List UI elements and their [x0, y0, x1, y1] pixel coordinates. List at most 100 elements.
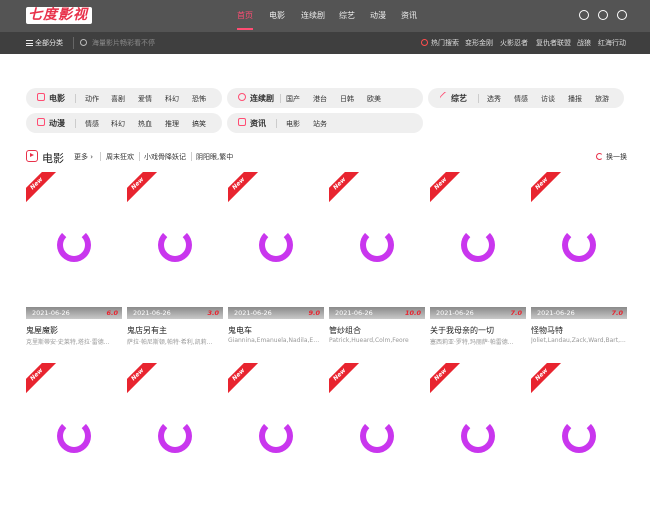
refresh-button[interactable]: 换一换 [596, 152, 627, 162]
category-link[interactable]: 播报 [568, 94, 582, 104]
movie-title[interactable]: 管纱组合 [329, 325, 425, 336]
message-icon[interactable] [598, 10, 608, 20]
section-tag-link[interactable]: 周末狂欢 [106, 152, 134, 162]
movie-card[interactable]: New 2021-06-26 6.0 鬼屋魔影 克里斯蒂安·史莱特,塔拉·雷德... [26, 172, 122, 346]
movie-card[interactable]: New [26, 363, 122, 513]
category-link[interactable]: 科幻 [165, 94, 179, 104]
new-badge: New [531, 172, 564, 206]
movie-cast: 塞西莉亚·罗特,玛丽萨·帕雷德... [430, 339, 514, 346]
movie-card[interactable]: New [228, 363, 324, 513]
category-link[interactable]: 恐怖 [192, 94, 206, 104]
divider [73, 37, 74, 49]
category-link[interactable]: 搞笑 [192, 119, 206, 129]
category-link[interactable]: 访谈 [541, 94, 555, 104]
hot-search-item[interactable]: 战狼 [577, 38, 591, 48]
loading-spinner-icon [57, 228, 91, 262]
loading-spinner-icon [259, 419, 293, 453]
more-link[interactable]: 更多 › [74, 152, 93, 162]
category-link[interactable]: 选秀 [487, 94, 501, 104]
movie-poster[interactable]: New 2021-06-26 3.0 [127, 172, 223, 319]
loading-spinner-icon [360, 419, 394, 453]
category-link[interactable]: 情感 [514, 94, 528, 104]
search-input[interactable] [92, 37, 312, 49]
category-link[interactable]: 动作 [85, 94, 99, 104]
user-icon[interactable] [617, 10, 627, 20]
section-tag-link[interactable]: 阴阳眼,繁中 [196, 152, 233, 162]
new-badge: New [228, 363, 261, 397]
more-label: 更多 [74, 153, 88, 161]
movie-meta: 2021-06-26 10.0 [329, 307, 425, 319]
movie-card[interactable]: New 2021-06-26 7.0 关于我母亲的一切塞西莉亚·罗特,玛丽萨·帕雷德.… [430, 172, 526, 346]
movie-poster[interactable]: New 2021-06-26 10.0 [329, 172, 425, 319]
category-link[interactable]: 热血 [138, 119, 152, 129]
movie-title[interactable]: 关于我母亲的一切 [430, 325, 526, 336]
movie-poster[interactable]: New [127, 363, 223, 510]
hot-search-item[interactable]: 火影忍者 [500, 38, 528, 48]
divider [139, 152, 140, 161]
category-link[interactable]: 电影 [286, 119, 300, 129]
nav-home[interactable]: 首页 [237, 10, 253, 21]
movie-card[interactable]: New [329, 363, 425, 513]
nav-movies[interactable]: 电影 [269, 10, 285, 21]
divider [280, 94, 281, 103]
category-title[interactable]: 连续剧 [250, 93, 274, 104]
movie-card[interactable]: New 2021-06-26 7.0 怪物马特 Joliet,Landau,Zack,W… [531, 172, 627, 344]
new-badge: New [127, 363, 160, 397]
category-link[interactable]: 国产 [286, 94, 300, 104]
new-badge: New [531, 363, 564, 397]
category-title[interactable]: 资讯 [250, 118, 266, 129]
hot-search-item[interactable]: 红海行动 [598, 38, 626, 48]
history-icon[interactable] [579, 10, 589, 20]
section-tag-link[interactable]: 小戏骨降妖记 [144, 152, 186, 162]
nav-news[interactable]: 资讯 [401, 10, 417, 21]
movie-poster[interactable]: New [228, 363, 324, 510]
nav-anime[interactable]: 动漫 [370, 10, 386, 21]
hot-search-item[interactable]: 复仇者联盟 [536, 38, 571, 48]
movie-score: 6.0 [106, 309, 118, 317]
movie-poster[interactable]: New 2021-06-26 6.0 [26, 172, 122, 319]
movie-score: 9.0 [308, 309, 320, 317]
category-link[interactable]: 欧美 [367, 94, 381, 104]
movie-poster[interactable]: New [26, 363, 122, 510]
movie-title[interactable]: 怪物马特 [531, 325, 627, 336]
movie-date: 2021-06-26 [335, 309, 373, 317]
all-categories-button[interactable]: 全部分类 [26, 38, 63, 48]
nav-variety[interactable]: 综艺 [339, 10, 355, 21]
top-navbar: 七度影视 首页 电影 连续剧 综艺 动漫 资讯 [0, 0, 650, 32]
movie-cast: Patrick,Hueard,Colm,Feore [329, 337, 409, 344]
nav-series[interactable]: 连续剧 [301, 10, 325, 21]
movie-poster[interactable]: New [531, 363, 627, 510]
movie-card[interactable]: New 2021-06-26 3.0 鬼店另有主 萨拉·帕尼斯顿,帕特·希利,凯莉... [127, 172, 223, 346]
movie-poster[interactable]: New [329, 363, 425, 510]
hot-search-item[interactable]: 变形金刚 [465, 38, 493, 48]
movie-card[interactable]: New [531, 363, 627, 513]
movie-card[interactable]: New [430, 363, 526, 513]
movie-card[interactable]: New [127, 363, 223, 513]
movie-title[interactable]: 鬼店另有主 [127, 325, 223, 336]
category-link[interactable]: 推理 [165, 119, 179, 129]
movie-poster[interactable]: New 2021-06-26 9.0 [228, 172, 324, 319]
category-link[interactable]: 日韩 [340, 94, 354, 104]
movie-title[interactable]: 鬼屋魔影 [26, 325, 122, 336]
movie-card[interactable]: New 2021-06-26 10.0 管纱组合 Patrick,Hueard,Colm… [329, 172, 425, 344]
search-icon[interactable] [80, 39, 87, 46]
movie-score: 3.0 [207, 309, 219, 317]
movie-title[interactable]: 鬼电车 [228, 325, 324, 336]
movie-poster[interactable]: New 2021-06-26 7.0 [531, 172, 627, 319]
movie-poster[interactable]: New [430, 363, 526, 510]
movie-poster[interactable]: New 2021-06-26 7.0 [430, 172, 526, 319]
category-title[interactable]: 电影 [49, 93, 65, 104]
category-link[interactable]: 情感 [85, 119, 99, 129]
loading-spinner-icon [562, 228, 596, 262]
site-logo[interactable]: 七度影视 [26, 7, 92, 24]
category-link[interactable]: 喜剧 [111, 94, 125, 104]
category-title[interactable]: 动漫 [49, 118, 65, 129]
category-link[interactable]: 旅游 [595, 94, 609, 104]
movie-card[interactable]: New 2021-06-26 9.0 鬼电车 Giannina,Emanuela,Nad… [228, 172, 324, 344]
category-link[interactable]: 爱情 [138, 94, 152, 104]
category-link[interactable]: 科幻 [111, 119, 125, 129]
category-link[interactable]: 站务 [313, 119, 327, 129]
category-title[interactable]: 综艺 [451, 93, 467, 104]
anime-icon [37, 118, 45, 126]
category-link[interactable]: 港台 [313, 94, 327, 104]
